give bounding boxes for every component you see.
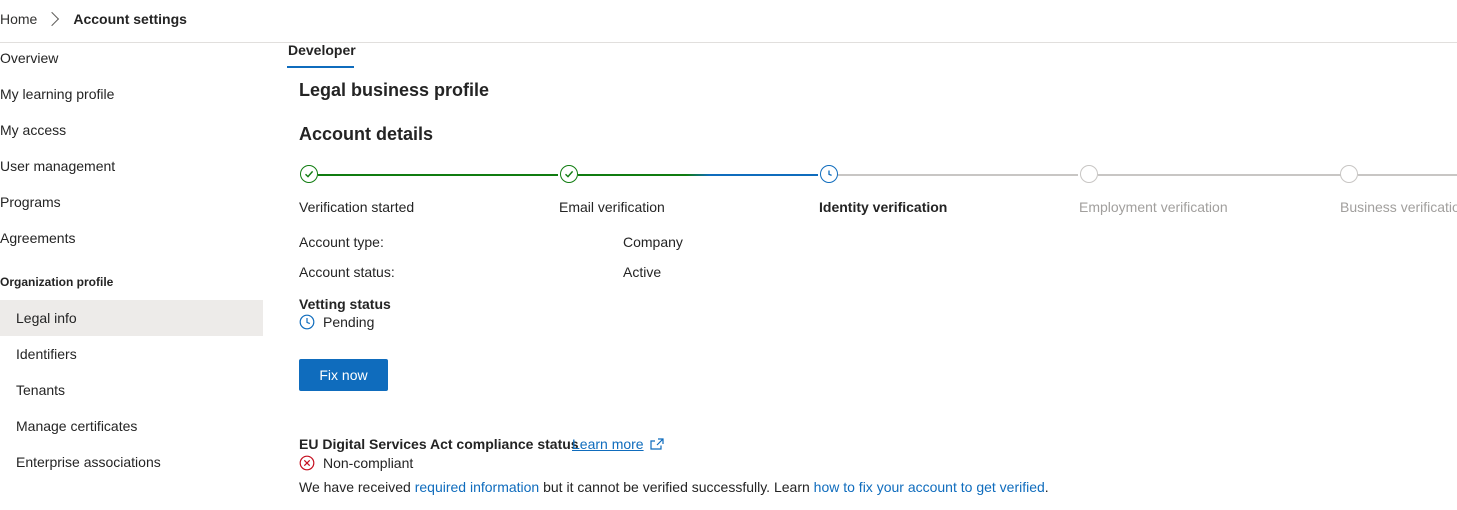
sidebar-item-label: Programs [0,194,61,210]
sidebar-item-enterprise-associations[interactable]: Enterprise associations [0,444,263,480]
sidebar-item-label: Manage certificates [16,418,138,434]
sidebar-item-label: Overview [0,50,59,66]
step-connector [838,174,1078,176]
step-label-identity-verification: Identity verification [819,199,948,215]
account-type-label: Account type: [299,234,384,250]
page-title: Legal business profile [299,80,490,100]
breadcrumb-home[interactable]: Home [0,11,37,27]
sidebar-item-user-management[interactable]: User management [0,148,263,184]
step-label-email-verification: Email verification [559,199,665,215]
vetting-status-title: Vetting status [299,296,391,312]
eu-compliance-value: Non-compliant [323,455,414,471]
eu-compliance-title: EU Digital Services Act compliance statu… [299,436,579,452]
fix-now-button[interactable]: Fix now [299,359,388,391]
sidebar-item-label: Legal info [16,310,77,326]
eu-compliance-status: Non-compliant [299,455,413,471]
tab-active-indicator [287,66,354,68]
section-title: Account details [299,124,434,144]
sidebar-item-manage-certificates[interactable]: Manage certificates [0,408,263,444]
sidebar-item-legal-info[interactable]: Legal info [0,300,263,336]
step-label-verification-started: Verification started [299,199,415,215]
vetting-status-value: Pending [323,314,375,330]
check-circle-icon [300,165,318,183]
sidebar-item-identifiers[interactable]: Identifiers [0,336,263,372]
clock-icon [299,314,315,330]
sidebar-item-my-learning-profile[interactable]: My learning profile [0,76,263,112]
eu-compliance-message: We have received required information bu… [299,479,1049,495]
check-circle-icon [560,165,578,183]
chevron-right-icon [45,11,60,27]
sidebar-item-label: Agreements [0,230,76,246]
sidebar-item-label: My access [0,122,67,138]
empty-circle-icon [1080,165,1098,183]
step-connector [1098,174,1341,176]
breadcrumb: Home Account settings [0,10,187,28]
learn-more-link[interactable]: Learn more [572,436,664,452]
fix-account-link[interactable]: how to fix your account to get verified [814,479,1045,495]
required-information-link[interactable]: required information [415,479,540,495]
step-label-employment-verification: Employment verification [1079,199,1228,215]
empty-circle-icon [1340,165,1358,183]
sidebar-section-heading: Organization profile [0,275,114,289]
tab-developer[interactable]: Developer [288,42,356,58]
sidebar-item-agreements[interactable]: Agreements [0,220,263,256]
sidebar-item-label: Tenants [16,382,66,398]
sidebar-item-label: User management [0,158,116,174]
message-text: We have received [299,479,415,495]
message-text: but it cannot be verified successfully. … [539,479,814,495]
step-connector [1358,174,1457,176]
sidebar-item-overview[interactable]: Overview [0,40,263,76]
external-link-icon [649,438,664,450]
account-status-value: Active [623,264,662,280]
step-label-business-verification: Business verificatio [1340,199,1457,215]
account-type-value: Company [623,234,683,250]
sidebar-item-label: Identifiers [16,346,77,362]
error-circle-icon [299,455,315,471]
sidebar-item-programs[interactable]: Programs [0,184,263,220]
message-text: . [1044,479,1049,495]
sidebar-item-tenants[interactable]: Tenants [0,372,263,408]
step-connector [318,174,558,176]
sidebar-item-label: My learning profile [0,86,115,102]
step-connector [578,174,818,176]
sidebar-item-label: Enterprise associations [16,454,161,470]
sidebar-item-my-access[interactable]: My access [0,112,263,148]
clock-icon [820,165,838,183]
learn-more-label: Learn more [572,436,644,452]
account-status-label: Account status: [299,264,395,280]
breadcrumb-current: Account settings [73,11,187,27]
vetting-status: Pending [299,314,374,330]
